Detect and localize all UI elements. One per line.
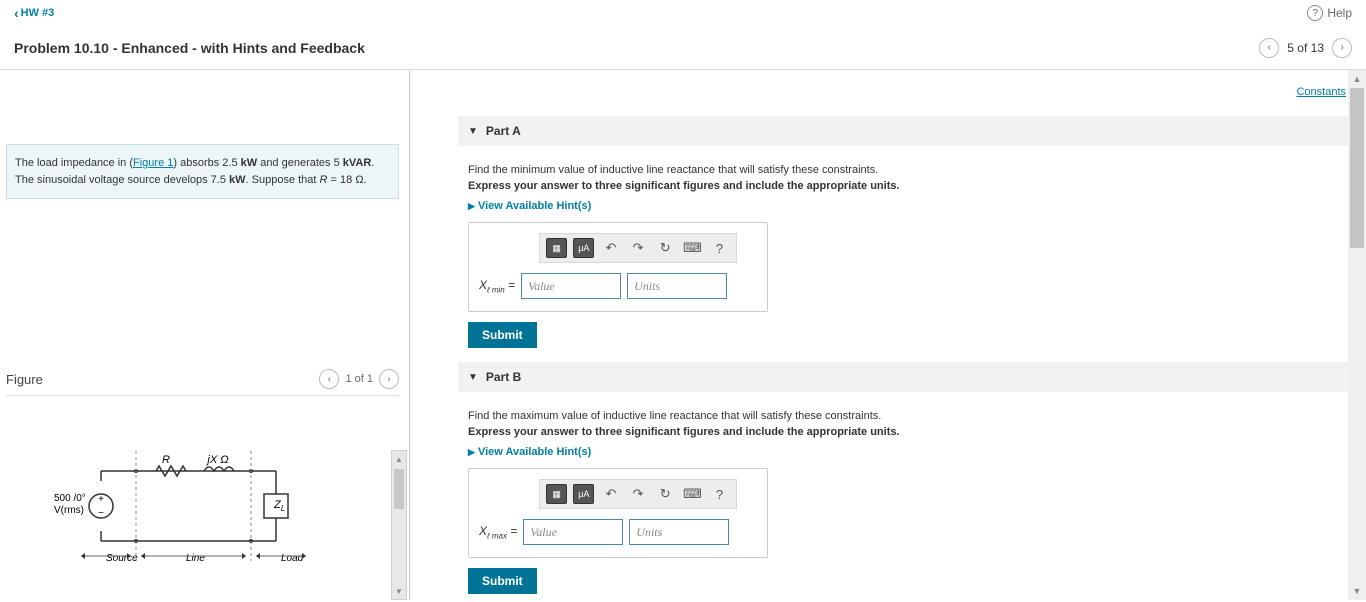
part-a-value-input[interactable]: Value	[521, 273, 621, 299]
svg-text:Load: Load	[281, 553, 304, 564]
svg-text:V(rms): V(rms)	[54, 505, 84, 516]
part-a-label: Part A	[486, 124, 521, 138]
reset-button[interactable]: ↻	[655, 484, 676, 504]
scroll-up-icon[interactable]: ▲	[392, 451, 406, 467]
figure-prev-button[interactable]: ‹	[319, 369, 339, 389]
svg-text:+: +	[98, 494, 104, 505]
svg-text:500 /0°: 500 /0°	[54, 493, 86, 504]
part-a-answer-box: ▦ μA ↶ ↷ ↻ ⌨ ? Xℓ min = Value Units	[468, 222, 768, 312]
reset-button[interactable]: ↻	[655, 238, 676, 258]
units-button[interactable]: μA	[573, 484, 594, 504]
units-button[interactable]: μA	[573, 238, 594, 258]
templates-button[interactable]: ▦	[546, 238, 567, 258]
svg-text:jX Ω: jX Ω	[205, 454, 228, 466]
svg-text:Line: Line	[186, 553, 205, 564]
part-a-units-input[interactable]: Units	[627, 273, 727, 299]
undo-button[interactable]: ↶	[600, 484, 621, 504]
figure-position: 1 of 1	[345, 373, 373, 385]
part-b-instructions: Find the maximum value of inductive line…	[458, 392, 1348, 442]
part-b-submit-button[interactable]: Submit	[468, 568, 537, 594]
page-title: Problem 10.10 - Enhanced - with Hints an…	[14, 40, 365, 56]
figure-heading: Figure	[6, 372, 43, 387]
keyboard-button[interactable]: ⌨	[682, 484, 703, 504]
chevron-left-icon: ‹	[14, 5, 19, 21]
redo-button[interactable]: ↷	[628, 484, 649, 504]
scroll-thumb[interactable]	[394, 469, 404, 509]
part-b-answer-box: ▦ μA ↶ ↷ ↻ ⌨ ? Xℓ max = Value Units	[468, 468, 768, 558]
constants-link[interactable]: Constants	[1296, 86, 1346, 98]
part-a-instructions: Find the minimum value of inductive line…	[458, 146, 1348, 196]
scroll-up-icon[interactable]: ▲	[1348, 70, 1366, 88]
answer-toolbar: ▦ μA ↶ ↷ ↻ ⌨ ?	[539, 233, 737, 263]
breadcrumb-back[interactable]: ‹ HW #3	[14, 5, 54, 21]
breadcrumb-label: HW #3	[21, 7, 55, 19]
part-b-units-input[interactable]: Units	[629, 519, 729, 545]
answer-toolbar: ▦ μA ↶ ↷ ↻ ⌨ ?	[539, 479, 737, 509]
svg-text:R: R	[162, 454, 170, 466]
part-a-variable: Xℓ min =	[479, 278, 515, 294]
content-scrollbar[interactable]: ▲ ▼	[1348, 70, 1366, 600]
redo-button[interactable]: ↷	[628, 238, 649, 258]
help-label: Help	[1327, 6, 1352, 20]
help-icon: ?	[1307, 5, 1323, 21]
problem-position: 5 of 13	[1287, 41, 1324, 55]
undo-button[interactable]: ↶	[600, 238, 621, 258]
chevron-right-icon: ▶	[468, 447, 475, 457]
part-a-hints-toggle[interactable]: ▶ View Available Hint(s)	[458, 196, 1348, 222]
scroll-thumb[interactable]	[1350, 88, 1364, 248]
chevron-down-icon: ▼	[468, 372, 478, 383]
tool-help-button[interactable]: ?	[709, 238, 730, 258]
svg-text:−: −	[98, 508, 104, 519]
figure-link[interactable]: Figure 1	[133, 157, 173, 169]
part-a-submit-button[interactable]: Submit	[468, 322, 537, 348]
svg-text:Source: Source	[106, 553, 138, 564]
scroll-down-icon[interactable]: ▼	[1348, 582, 1366, 600]
keyboard-button[interactable]: ⌨	[682, 238, 703, 258]
chevron-down-icon: ▼	[468, 126, 478, 137]
svg-text:ZL: ZL	[273, 499, 285, 513]
part-b-value-input[interactable]: Value	[523, 519, 623, 545]
part-b-hints-toggle[interactable]: ▶ View Available Hint(s)	[458, 442, 1348, 468]
prev-problem-button[interactable]: ‹	[1259, 38, 1279, 58]
problem-statement: The load impedance in (Figure 1) absorbs…	[6, 144, 399, 199]
figure-scrollbar[interactable]: ▲ ▼	[391, 450, 407, 600]
part-b-header[interactable]: ▼ Part B	[458, 362, 1348, 392]
figure-next-button[interactable]: ›	[379, 369, 399, 389]
part-b-label: Part B	[486, 370, 521, 384]
part-b-variable: Xℓ max =	[479, 524, 517, 540]
part-a-header[interactable]: ▼ Part A	[458, 116, 1348, 146]
circuit-figure: + − R jX Ω ZL 500 /0° V(rms) So	[6, 446, 399, 579]
tool-help-button[interactable]: ?	[709, 484, 730, 504]
next-problem-button[interactable]: ›	[1332, 38, 1352, 58]
help-link[interactable]: ? Help	[1307, 5, 1352, 21]
scroll-down-icon[interactable]: ▼	[392, 583, 406, 599]
templates-button[interactable]: ▦	[546, 484, 567, 504]
chevron-right-icon: ▶	[468, 201, 475, 211]
